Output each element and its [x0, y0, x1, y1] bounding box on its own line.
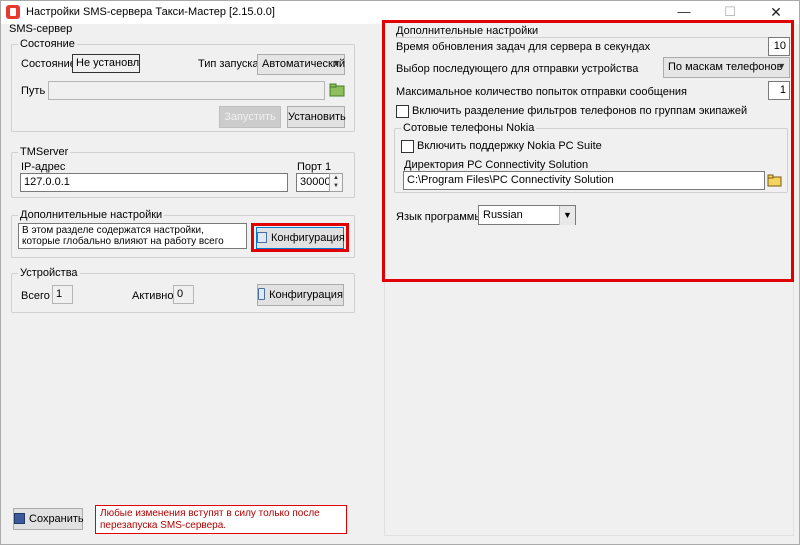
next-device-select[interactable]: По маскам телефонов ▼	[663, 57, 790, 78]
language-value: Russian	[483, 209, 523, 221]
nokia-enable-checkbox[interactable]	[401, 140, 414, 153]
window-title: Настройки SMS-сервера Такси-Мастер [2.15…	[26, 6, 275, 18]
chevron-down-icon: ▼	[332, 58, 341, 68]
save-icon	[14, 513, 25, 524]
restart-note: Любые изменения вступят в силу только по…	[95, 505, 347, 534]
nokia-dir-label: Директория PC Connectivity Solution	[404, 159, 589, 171]
update-interval-field[interactable]: 10	[768, 37, 790, 56]
port-field[interactable]: 30000	[296, 173, 330, 192]
spin-down-icon[interactable]: ▼	[330, 182, 342, 190]
next-device-value: По маскам телефонов	[668, 61, 783, 73]
app-logo-icon	[6, 5, 20, 19]
launch-type-label: Тип запуска	[198, 58, 259, 70]
next-device-label: Выбор последующего для отправки устройст…	[396, 63, 639, 75]
extra-settings-description: В этом разделе содержатся настройки, кот…	[18, 223, 247, 249]
active-devices-label: Активно	[132, 290, 174, 302]
update-interval-label: Время обновления задач для сервера в сек…	[396, 41, 651, 53]
spin-up-icon[interactable]: ▲	[330, 174, 342, 182]
port-spinner[interactable]: ▲ ▼	[329, 173, 343, 192]
start-button[interactable]: Запустить	[219, 106, 281, 128]
config-icon	[257, 232, 267, 243]
launch-type-select[interactable]: Автоматический ▼	[257, 54, 345, 75]
total-devices-value: 1	[52, 285, 73, 304]
devices-config-button-label: Конфигурация	[269, 289, 343, 301]
port-label: Порт 1	[297, 161, 332, 173]
open-folder-icon[interactable]	[767, 172, 783, 188]
install-button[interactable]: Установить	[287, 106, 346, 128]
devices-group-title: Устройства	[18, 267, 80, 279]
path-field[interactable]	[48, 81, 325, 100]
additional-settings-heading: Дополнительные настройки	[396, 25, 539, 37]
active-devices-value: 0	[173, 285, 194, 304]
chevron-down-icon: ▼	[559, 206, 575, 225]
nokia-enable-label: Включить поддержку Nokia PC Suite	[417, 140, 602, 152]
tmserver-group-title: TMServer	[18, 146, 71, 158]
heading-divider	[396, 37, 784, 38]
language-select[interactable]: Russian ▼	[478, 205, 576, 225]
save-button[interactable]: Сохранить	[13, 508, 84, 530]
nokia-dir-field[interactable]: C:\Program Files\PC Connectivity Solutio…	[403, 171, 765, 190]
chevron-down-icon: ▼	[777, 61, 786, 71]
ip-field[interactable]: 127.0.0.1	[20, 173, 288, 192]
extra-settings-group-title: Дополнительные настройки	[18, 209, 165, 221]
path-label: Путь	[21, 85, 46, 97]
save-button-label: Сохранить	[29, 513, 84, 525]
ip-label: IP-адрес	[21, 161, 66, 173]
split-filters-label: Включить разделение фильтров телефонов п…	[412, 105, 748, 117]
phone-icon	[258, 288, 266, 300]
nokia-group-title: Сотовые телефоны Nokia	[401, 122, 537, 134]
state-value: Не установлен	[72, 54, 140, 73]
split-filters-checkbox[interactable]	[396, 105, 409, 118]
folder-browse-icon[interactable]	[329, 82, 345, 98]
devices-config-button[interactable]: Конфигурация	[257, 284, 344, 306]
settings-window: Настройки SMS-сервера Такси-Мастер [2.15…	[0, 0, 800, 545]
total-devices-label: Всего	[21, 290, 50, 302]
language-label: Язык программы	[396, 211, 483, 223]
state-group-title: Состояние	[18, 38, 77, 50]
global-config-button[interactable]: Конфигурация	[256, 227, 345, 249]
sms-server-heading: SMS-сервер	[9, 23, 73, 35]
max-attempts-field[interactable]: 1	[768, 81, 790, 100]
global-config-button-label: Конфигурация	[271, 232, 345, 244]
max-attempts-label: Максимальное количество попыток отправки…	[396, 86, 688, 98]
state-label: Состояние	[21, 58, 76, 70]
